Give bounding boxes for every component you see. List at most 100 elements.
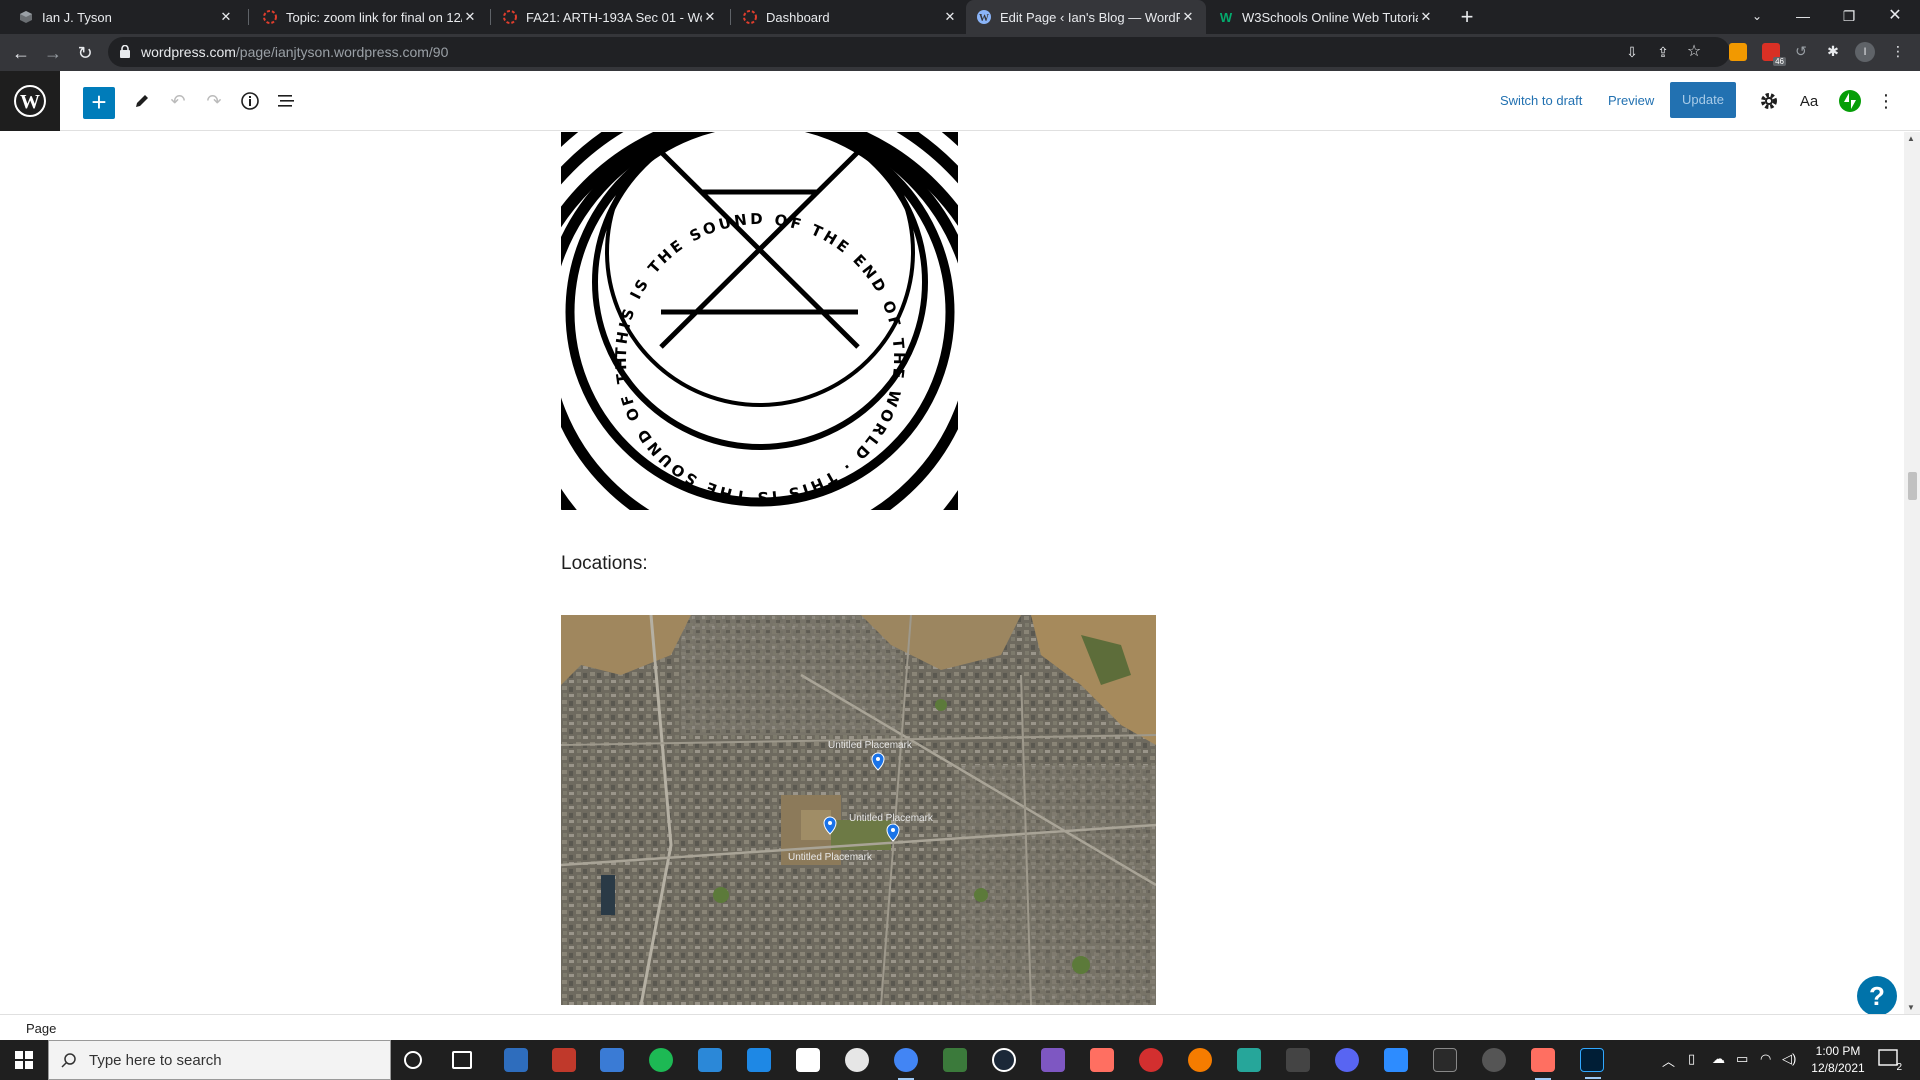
battery-icon[interactable]: ▭: [1736, 1051, 1748, 1067]
scrollbar-thumb[interactable]: [1908, 472, 1917, 500]
tab-arth-193a[interactable]: FA21: ARTH-193A Sec 01 - World ✕: [492, 0, 728, 34]
settings-gear-icon[interactable]: [1482, 1048, 1506, 1072]
tab-title: W3Schools Online Web Tutorials: [1242, 9, 1418, 25]
tab-zoom-link[interactable]: Topic: zoom link for final on 12/9 ✕: [252, 0, 488, 34]
search-placeholder: Type here to search: [89, 1052, 222, 1069]
preview-button[interactable]: Preview: [1608, 93, 1654, 108]
browser-tab-strip: Ian J. Tyson ✕ Topic: zoom link for fina…: [0, 0, 1920, 34]
svg-text:W: W: [20, 91, 40, 113]
new-tab-button[interactable]: +: [1454, 4, 1480, 30]
wifi-icon[interactable]: ◠: [1760, 1051, 1771, 1067]
edit-pencil-icon[interactable]: [130, 89, 154, 113]
itunes-icon[interactable]: [796, 1048, 820, 1072]
tray-chevron-icon[interactable]: ︿: [1662, 1051, 1675, 1070]
add-block-button[interactable]: +: [83, 87, 115, 119]
info-icon[interactable]: [238, 89, 262, 113]
windows-start-icon[interactable]: [0, 1040, 48, 1080]
onedrive-icon[interactable]: ☁: [1712, 1051, 1725, 1067]
game-app-icon[interactable]: [552, 1048, 576, 1072]
paint-app-icon[interactable]: [1041, 1048, 1065, 1072]
steam-icon[interactable]: [992, 1048, 1016, 1072]
tab-title: Ian J. Tyson: [42, 9, 112, 25]
mail-icon[interactable]: [698, 1048, 722, 1072]
bookmark-star-icon[interactable]: ☆: [1685, 44, 1703, 60]
creative-cloud-icon[interactable]: [1090, 1048, 1114, 1072]
typography-button[interactable]: Aa: [1797, 89, 1821, 113]
scroll-down-icon[interactable]: ▼: [1907, 1003, 1915, 1012]
wordpress-logo-icon[interactable]: W: [0, 71, 60, 131]
close-tab-icon[interactable]: ✕: [702, 9, 718, 25]
profile-avatar[interactable]: I: [1855, 42, 1875, 62]
close-tab-icon[interactable]: ✕: [462, 9, 478, 25]
tab-ian-j-tyson[interactable]: Ian J. Tyson ✕: [8, 0, 244, 34]
address-bar[interactable]: wordpress.com/page/ianjtyson.wordpress.c…: [108, 37, 1730, 67]
visual-studio-icon[interactable]: [1286, 1048, 1310, 1072]
tab-edit-page[interactable]: W Edit Page ‹ Ian's Blog — WordPress ✕: [966, 0, 1206, 34]
map-image-block[interactable]: Untitled Placemark Untitled Placemark Un…: [561, 615, 1156, 1005]
cube-icon: [18, 9, 34, 25]
calendar-icon[interactable]: [747, 1048, 771, 1072]
url-text: wordpress.com/page/ianjtyson.wordpress.c…: [141, 44, 449, 60]
spotify-icon[interactable]: [649, 1048, 673, 1072]
locations-heading[interactable]: Locations:: [561, 553, 648, 575]
redo-icon[interactable]: ↷: [202, 89, 226, 113]
scroll-up-icon[interactable]: ▲: [1907, 134, 1915, 143]
zoom-icon[interactable]: [1384, 1048, 1408, 1072]
close-tab-icon[interactable]: ✕: [1180, 9, 1196, 25]
tab-w3schools[interactable]: W W3Schools Online Web Tutorials ✕: [1208, 0, 1444, 34]
discord-icon[interactable]: [1335, 1048, 1359, 1072]
undo-icon[interactable]: ↶: [166, 89, 190, 113]
install-icon[interactable]: ⇩: [1623, 44, 1641, 60]
chrome-menu-icon[interactable]: ⋮: [1889, 43, 1907, 59]
minimize-button[interactable]: —: [1780, 0, 1826, 34]
blender-icon[interactable]: [1188, 1048, 1212, 1072]
list-view-icon[interactable]: [274, 89, 298, 113]
system-clock[interactable]: 1:00 PM 12/8/2021: [1800, 1043, 1876, 1077]
chrome-icon[interactable]: [894, 1048, 918, 1080]
cortana-icon[interactable]: [404, 1051, 422, 1069]
epic-games-icon[interactable]: [1433, 1048, 1457, 1072]
photoshop-icon[interactable]: [1580, 1048, 1604, 1079]
forward-button[interactable]: →: [40, 40, 66, 66]
restore-button[interactable]: ❐: [1826, 0, 1872, 34]
file-explorer-icon[interactable]: [504, 1048, 528, 1072]
extension-icon[interactable]: [1729, 43, 1747, 61]
page-scrollbar[interactable]: ▲ ▼: [1904, 132, 1920, 1014]
settings-gear-icon[interactable]: [1757, 89, 1781, 113]
share-icon[interactable]: ⇪: [1654, 44, 1672, 60]
reload-button[interactable]: ↻: [72, 40, 98, 66]
writer-icon[interactable]: [845, 1048, 869, 1072]
hero-image-block[interactable]: THIS IS THE SOUND OF THE END OF THE WORL…: [561, 132, 958, 510]
creative-cloud-running-icon[interactable]: [1531, 1048, 1555, 1080]
history-icon[interactable]: ↺: [1792, 43, 1810, 59]
switch-to-draft-button[interactable]: Switch to draft: [1500, 93, 1582, 108]
microsoft-store-icon[interactable]: [600, 1048, 624, 1072]
m-app-icon[interactable]: [1237, 1048, 1261, 1072]
tray-device-icon[interactable]: ▯: [1688, 1051, 1695, 1067]
options-menu-icon[interactable]: ⋮: [1874, 89, 1898, 113]
minecraft-icon[interactable]: [943, 1048, 967, 1072]
help-button[interactable]: ?: [1857, 976, 1897, 1016]
close-tab-icon[interactable]: ✕: [218, 9, 234, 25]
task-view-icon[interactable]: [452, 1051, 472, 1069]
tab-title: Dashboard: [766, 9, 830, 25]
tab-title: FA21: ARTH-193A Sec 01 - World: [526, 9, 702, 25]
extensions-puzzle-icon[interactable]: ✱: [1824, 43, 1842, 59]
notification-center-icon[interactable]: 2: [1878, 1049, 1902, 1073]
back-button[interactable]: ←: [8, 40, 34, 66]
editor-header: W + ↶ ↷ Switch to draft Preview Update A…: [0, 71, 1920, 131]
update-button[interactable]: Update: [1670, 82, 1736, 118]
taskbar-search[interactable]: Type here to search: [48, 1040, 391, 1080]
end-of-world-ring-image: THIS IS THE SOUND OF THE END OF THE WORL…: [561, 132, 958, 510]
editor-canvas: THIS IS THE SOUND OF THE END OF THE WORL…: [0, 132, 1904, 1014]
close-tab-icon[interactable]: ✕: [942, 9, 958, 25]
breadcrumb-page[interactable]: Page: [26, 1021, 56, 1036]
jetpack-icon[interactable]: [1838, 89, 1862, 113]
sketchbook-icon[interactable]: [1139, 1048, 1163, 1072]
volume-icon[interactable]: ◁): [1782, 1051, 1796, 1067]
tab-search-icon[interactable]: ⌄: [1734, 0, 1780, 34]
close-tab-icon[interactable]: ✕: [1418, 9, 1434, 25]
tab-dashboard[interactable]: Dashboard ✕: [732, 0, 968, 34]
close-window-button[interactable]: ✕: [1872, 0, 1918, 34]
extension-badge-icon[interactable]: 46: [1762, 43, 1786, 66]
